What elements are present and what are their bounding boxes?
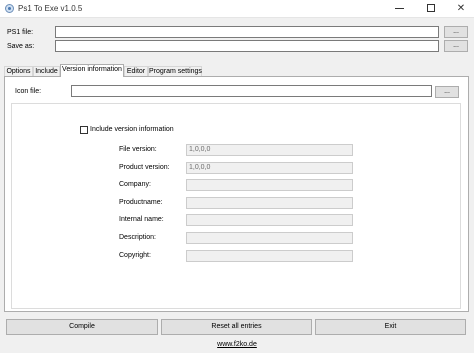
save-as-input[interactable] <box>55 40 439 52</box>
compile-button[interactable]: Compile <box>6 319 158 335</box>
description-label: Description: <box>119 234 156 241</box>
app-icon <box>5 4 14 13</box>
productname-label: Productname: <box>119 199 163 206</box>
website-link[interactable]: www.f2ko.de <box>0 341 474 348</box>
tab-version-information[interactable]: Version information <box>60 64 124 77</box>
tab-include[interactable]: Include <box>33 66 60 76</box>
tab-program-settings[interactable]: Program settings <box>148 66 202 76</box>
close-icon[interactable]: ✕ <box>446 0 474 18</box>
title-bar: Ps1 To Exe v1.0.5 ✕ <box>0 0 474 18</box>
icon-browse-button[interactable]: ... <box>435 86 459 98</box>
tab-editor[interactable]: Editor <box>124 66 148 76</box>
ps1-browse-button[interactable]: ... <box>444 26 468 38</box>
company-input[interactable] <box>186 179 353 191</box>
internal-name-label: Internal name: <box>119 216 164 223</box>
file-version-label: File version: <box>119 146 157 153</box>
include-version-label[interactable]: Include version information <box>90 126 174 133</box>
icon-file-input[interactable] <box>71 85 432 97</box>
internal-name-input[interactable] <box>186 214 353 226</box>
file-version-input[interactable]: 1,0,0,0 <box>186 144 353 156</box>
product-version-label: Product version: <box>119 164 170 171</box>
copyright-input[interactable] <box>186 250 353 262</box>
product-version-input[interactable]: 1,0,0,0 <box>186 162 353 174</box>
ps1-file-label: PS1 file: <box>7 29 34 36</box>
include-version-checkbox[interactable] <box>80 126 88 134</box>
reset-button[interactable]: Reset all entries <box>161 319 312 335</box>
icon-file-label: Icon file: <box>15 88 42 95</box>
copyright-label: Copyright: <box>119 252 151 259</box>
minimize-icon[interactable] <box>384 0 414 18</box>
company-label: Company: <box>119 181 151 188</box>
save-as-label: Save as: <box>7 43 35 50</box>
window-title: Ps1 To Exe v1.0.5 <box>18 4 83 13</box>
description-input[interactable] <box>186 232 353 244</box>
tab-options[interactable]: Options <box>4 66 33 76</box>
exit-button[interactable]: Exit <box>315 319 466 335</box>
maximize-icon[interactable] <box>416 0 446 18</box>
productname-input[interactable] <box>186 197 353 209</box>
ps1-file-input[interactable] <box>55 26 439 38</box>
save-as-browse-button[interactable]: ... <box>444 40 468 52</box>
